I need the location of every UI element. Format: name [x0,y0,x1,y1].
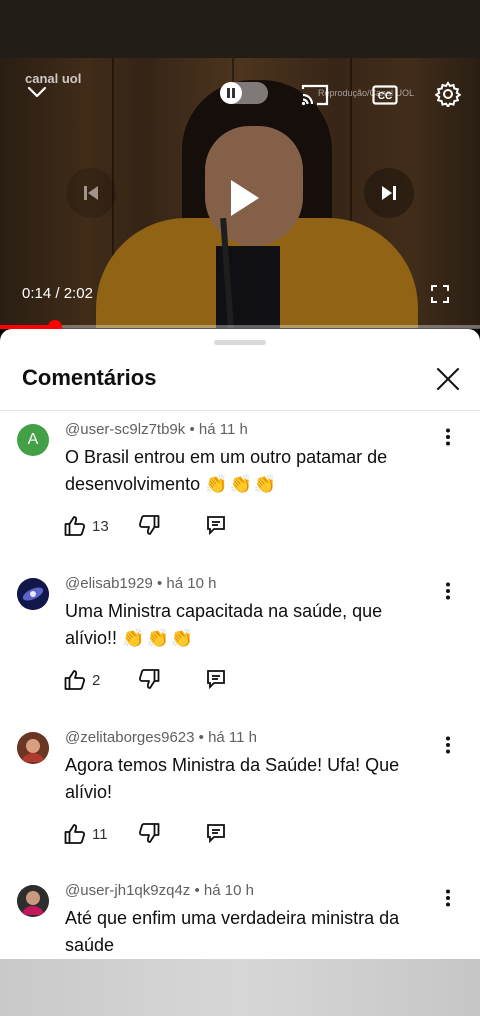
more-vertical-icon [446,889,450,907]
comment-more-button[interactable] [436,733,460,757]
duration: 2:02 [63,285,93,302]
reply-button[interactable] [206,823,228,845]
collapse-player-button[interactable] [22,80,52,104]
avatar[interactable] [17,885,49,917]
comment-time: há 11 h [198,421,248,438]
more-vertical-icon [446,736,450,754]
fullscreen-icon [431,285,449,303]
thumbs-up-icon [64,516,86,536]
dislike-button[interactable] [138,668,162,692]
reply-comment-icon [207,824,225,844]
play-button[interactable] [212,168,276,228]
settings-button[interactable] [432,78,464,110]
comment-text: Até que enfim uma verdadeira ministra da… [65,905,425,959]
comments-sheet: Comentários A @user-sc9lz7tb9k • há 11 h… [0,329,480,959]
comment-meta: @elisab1929 • há 10 h [65,575,217,592]
comment-text: O Brasil entrou em um outro patamar de d… [65,444,425,498]
comment-item: A @user-sc9lz7tb9k • há 11 h O Brasil en… [0,411,480,561]
gear-icon [435,81,461,107]
reply-comment-icon [207,516,225,536]
svg-text:CC: CC [378,91,392,102]
like-button[interactable]: 13 [64,514,109,538]
dislike-button[interactable] [138,514,162,538]
comment-more-button[interactable] [436,886,460,910]
dislike-button[interactable] [138,822,162,846]
reply-button[interactable] [206,669,228,691]
avatar[interactable] [17,732,49,764]
more-vertical-icon [446,428,450,446]
comment-text: Uma Ministra capacitada na saúde, que al… [65,598,425,652]
close-comments-button[interactable] [432,363,464,395]
comment-author[interactable]: @user-jh1qk9zq4z [65,882,190,899]
play-icon [231,180,259,216]
like-button[interactable]: 2 [64,668,100,692]
closed-captions-icon: CC [372,85,398,105]
comment-item: @zelitaborges9623 • há 11 h Agora temos … [0,719,480,869]
comment-more-button[interactable] [436,425,460,449]
comment-time: há 10 h [166,575,217,592]
user-photo-avatar-image [17,732,49,764]
like-count: 11 [92,825,108,843]
skip-next-icon [382,186,396,200]
navigation-bar-area [0,959,480,1016]
comment-author[interactable]: @user-sc9lz7tb9k [65,421,185,438]
status-bar-area [0,0,480,58]
sheet-drag-handle[interactable] [214,340,266,345]
avatar[interactable] [17,578,49,610]
comment-time: há 11 h [208,729,258,746]
thumbs-down-icon [138,669,160,689]
comment-author[interactable]: @elisab1929 [65,575,153,592]
comment-item: @elisab1929 • há 10 h Uma Ministra capac… [0,565,480,715]
like-count: 2 [92,671,101,689]
pause-icon [220,82,242,104]
more-vertical-icon [446,582,450,600]
comment-body: Agora temos Ministra da Saúde! Ufa! Que … [65,755,400,802]
thumbs-down-icon [138,515,160,535]
comment-meta: @zelitaborges9623 • há 11 h [65,729,258,746]
comment-text: Agora temos Ministra da Saúde! Ufa! Que … [65,752,425,806]
comment-body: Até que enfim uma verdadeira ministra da… [65,908,400,955]
clapping-emoji: 👏👏👏 [205,474,279,494]
galaxy-avatar-image [17,578,49,610]
skip-previous-icon [84,186,98,200]
thumbs-down-icon [138,823,160,843]
user-photo-avatar-image [17,885,49,917]
video-time: 0:14 / 2:02 [22,285,93,302]
fullscreen-button[interactable] [428,282,452,306]
thumbs-up-icon [64,824,86,844]
next-button[interactable] [364,168,414,218]
like-count: 13 [92,517,109,535]
like-button[interactable]: 11 [64,822,108,846]
previous-button[interactable] [66,168,116,218]
comment-meta: @user-sc9lz7tb9k • há 11 h [65,421,248,438]
clapping-emoji: 👏👏👏 [122,628,196,648]
reply-button[interactable] [206,515,228,537]
avatar[interactable]: A [17,424,49,456]
reply-comment-icon [207,670,225,690]
time-separator: / [51,285,64,302]
thumbs-up-icon [64,670,86,690]
comment-author[interactable]: @zelitaborges9623 [65,729,194,746]
comment-time: há 10 h [203,882,254,899]
comment-meta: @user-jh1qk9zq4z • há 10 h [65,882,254,899]
close-icon [437,368,459,390]
chevron-down-icon [27,86,47,98]
comment-item: @user-jh1qk9zq4z • há 10 h Até que enfim… [0,872,480,959]
comments-title: Comentários [22,365,157,390]
video-player[interactable]: canal uol Reprodução/Canal UOL CC 0:14 /… [0,58,480,328]
captions-button[interactable]: CC [370,82,400,108]
comment-more-button[interactable] [436,579,460,603]
autoplay-toggle[interactable] [220,82,268,104]
comment-body: Uma Ministra capacitada na saúde, que al… [65,601,383,648]
current-time: 0:14 [22,285,52,302]
